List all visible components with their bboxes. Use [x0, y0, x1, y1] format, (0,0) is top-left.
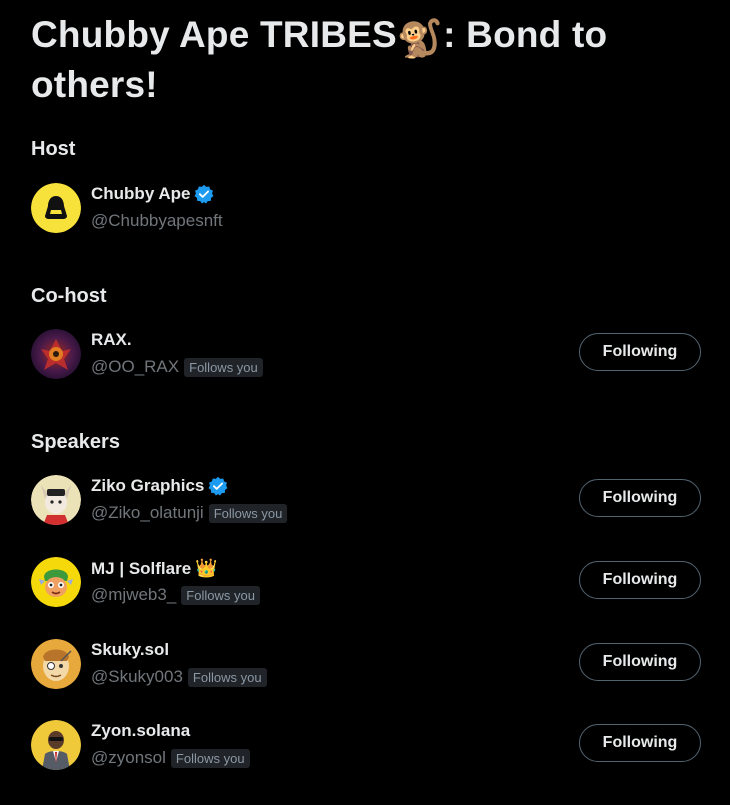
- following-button[interactable]: Following: [579, 561, 701, 599]
- speaker-name-line: Ziko Graphics: [91, 476, 228, 496]
- speaker-handle: @Ziko_olatunji: [91, 503, 204, 522]
- rax-avatar-icon: [31, 329, 81, 379]
- host-name: Chubby Ape: [91, 184, 191, 203]
- ziko-avatar-icon: [31, 475, 81, 525]
- host-handle-line: @Chubbyapesnft: [91, 211, 223, 231]
- cohost-name: RAX.: [91, 330, 132, 349]
- cohost-name-line: RAX.: [91, 330, 132, 350]
- speaker-name: MJ | Solflare: [91, 558, 192, 578]
- skuky-avatar-icon: [31, 639, 81, 689]
- avatar[interactable]: [31, 557, 81, 607]
- avatar[interactable]: [31, 639, 81, 689]
- speaker-name-line: MJ | Solflare 👑: [91, 558, 218, 579]
- speaker-handle: @zyonsol: [91, 748, 166, 767]
- speaker-name-line: Skuky.sol: [91, 640, 169, 660]
- host-handle: @Chubbyapesnft: [91, 211, 223, 230]
- follows-you-badge: Follows you: [184, 357, 263, 377]
- monkey-emoji-icon: 🐒: [396, 18, 444, 59]
- avatar[interactable]: [31, 329, 81, 379]
- avatar[interactable]: [31, 183, 81, 233]
- speaker-handle: @Skuky003: [91, 667, 183, 686]
- speaker-handle-line: @Skuky003 Follows you: [91, 667, 267, 687]
- speaker-handle: @mjweb3_: [91, 585, 177, 604]
- section-label-speakers: Speakers: [31, 431, 120, 453]
- avatar[interactable]: [31, 475, 81, 525]
- chubby-ape-logo-icon: [31, 183, 81, 233]
- speaker-name: Skuky.sol: [91, 640, 170, 659]
- follows-you-badge: Follows you: [208, 503, 288, 523]
- space-title: Chubby Ape TRIBES🐒: Bond to others!: [31, 12, 711, 108]
- avatar[interactable]: [31, 720, 81, 770]
- cohost-handle-line: @OO_RAX Follows you: [91, 357, 263, 377]
- verified-badge-icon: [208, 476, 228, 496]
- zyon-avatar-icon: [31, 720, 81, 770]
- speaker-row-zyon[interactable]: Zyon.solana @zyonsol Follows you Followi…: [31, 720, 701, 772]
- following-button[interactable]: Following: [579, 724, 701, 762]
- follows-you-badge: Follows you: [187, 667, 267, 687]
- speaker-name: Zyon.solana: [91, 721, 191, 740]
- cohost-row[interactable]: RAX. @OO_RAX Follows you Following: [31, 329, 701, 381]
- section-label-cohost: Co-host: [31, 285, 107, 307]
- following-button[interactable]: Following: [579, 643, 701, 681]
- verified-badge-icon: [195, 184, 214, 204]
- speaker-row-mj[interactable]: MJ | Solflare 👑 @mjweb3_ Follows you Fol…: [31, 557, 701, 609]
- speaker-handle-line: @mjweb3_ Follows you: [91, 585, 260, 605]
- speaker-row-ziko[interactable]: Ziko Graphics @Ziko_olatunji Follows you…: [31, 475, 701, 527]
- host-row[interactable]: Chubby Ape @Chubbyapesnft: [31, 183, 701, 235]
- speaker-handle-line: @zyonsol Follows you: [91, 748, 250, 768]
- speaker-name-line: Zyon.solana: [91, 721, 190, 741]
- following-button[interactable]: Following: [579, 333, 701, 371]
- crown-emoji-icon: 👑: [195, 558, 218, 578]
- follows-you-badge: Follows you: [181, 585, 260, 605]
- space-title-text: Chubby Ape TRIBES: [31, 14, 397, 55]
- following-button[interactable]: Following: [579, 479, 701, 517]
- cohost-handle: @OO_RAX: [91, 357, 180, 376]
- speaker-handle-line: @Ziko_olatunji Follows you: [91, 503, 288, 523]
- section-label-host: Host: [31, 138, 76, 160]
- speaker-name: Ziko Graphics: [91, 476, 205, 495]
- host-name-line: Chubby Ape: [91, 184, 214, 204]
- speaker-row-skuky[interactable]: Skuky.sol @Skuky003 Follows you Followin…: [31, 639, 701, 691]
- follows-you-badge: Follows you: [170, 748, 250, 768]
- mj-avatar-icon: [31, 557, 81, 607]
